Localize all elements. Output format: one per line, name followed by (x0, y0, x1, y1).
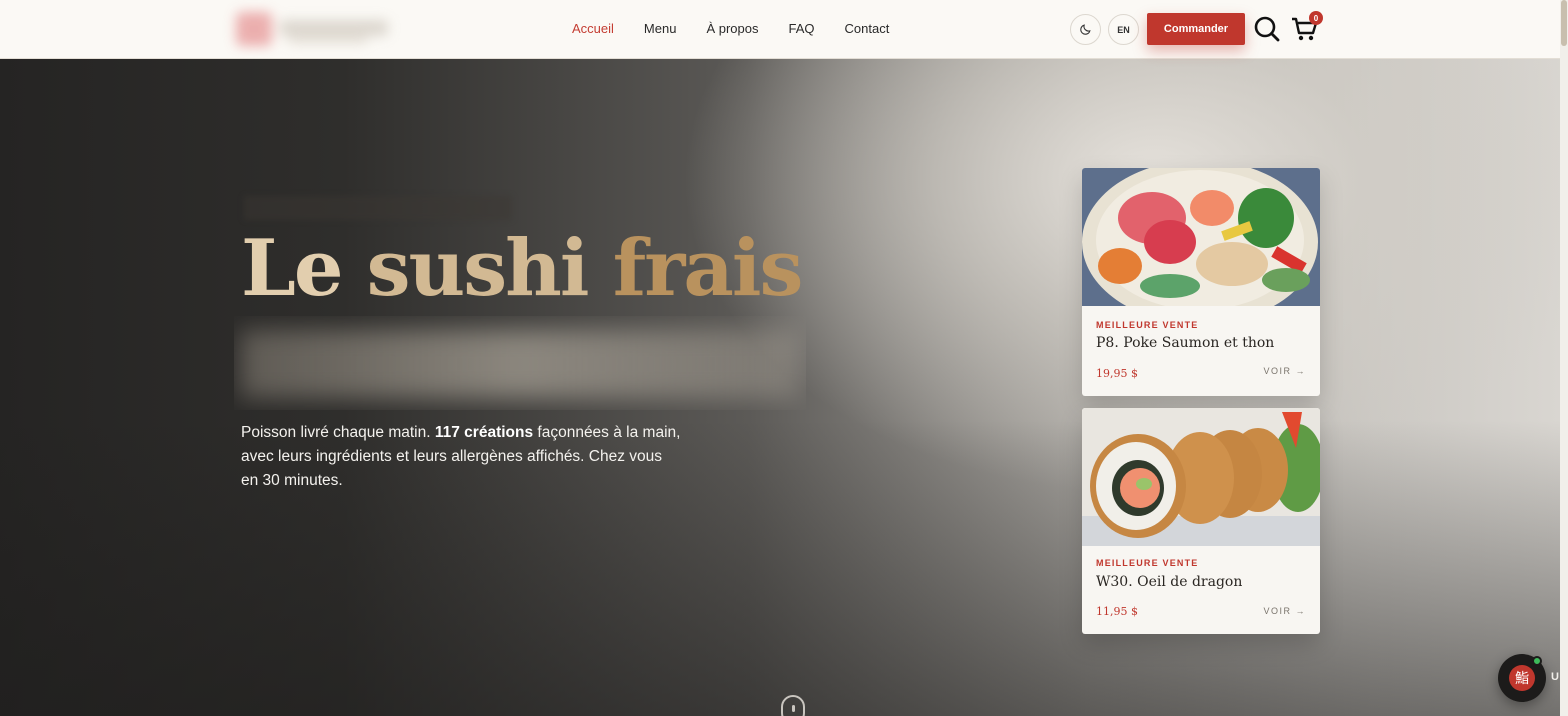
card-price: 19,95 $ (1096, 367, 1138, 380)
hero-title-word: frais (612, 223, 804, 314)
hero-description: Poisson livré chaque matin. 117 création… (241, 421, 681, 493)
scroll-down-indicator[interactable] (781, 695, 805, 716)
hero-eyebrow-redacted (244, 196, 512, 220)
brand-logo[interactable] (228, 6, 396, 52)
moon-icon (1080, 24, 1091, 35)
site-header: Accueil Menu À propos FAQ Contact EN Com… (0, 0, 1568, 59)
hero-title-word: Le (241, 223, 343, 314)
card-product-name[interactable]: W30. Oeil de dragon (1096, 574, 1242, 590)
hero-text-highlight: 117 créations (434, 424, 534, 441)
chat-widget-button[interactable]: 鮨 (1498, 654, 1546, 702)
card-price: 11,95 $ (1096, 605, 1138, 618)
card-tag: MEILLEURE VENTE (1096, 320, 1199, 330)
order-button[interactable]: Commander (1147, 13, 1245, 45)
search-button[interactable] (1253, 15, 1281, 43)
search-icon (1254, 16, 1280, 42)
main-nav: Accueil Menu À propos FAQ Contact (572, 21, 919, 36)
hero-title-line-2-redacted (234, 316, 806, 410)
card-product-name[interactable]: P8. Poke Saumon et thon (1096, 335, 1274, 351)
hero-text-part: Poisson livré chaque matin. (241, 424, 435, 441)
product-card-poke[interactable]: MEILLEURE VENTE P8. Poke Saumon et thon … (1082, 168, 1320, 396)
chat-label-peek: U (1551, 671, 1559, 683)
card-view-link[interactable]: VOIR → (1263, 606, 1306, 616)
online-status-dot (1532, 656, 1542, 666)
hero-title: Le sushi frais (241, 223, 804, 314)
cart-count-badge: 0 (1309, 11, 1323, 25)
nav-link-menu[interactable]: Menu (644, 21, 677, 36)
mouse-wheel-icon (792, 705, 795, 712)
page-scrollbar[interactable] (1560, 0, 1568, 716)
theme-toggle-button[interactable] (1070, 14, 1101, 45)
dragon-roll-image (1082, 408, 1320, 546)
scrollbar-thumb[interactable] (1561, 0, 1567, 46)
product-card-dragon[interactable]: MEILLEURE VENTE W30. Oeil de dragon 11,9… (1082, 408, 1320, 634)
nav-link-faq[interactable]: FAQ (789, 21, 815, 36)
poke-bowl-image (1082, 168, 1320, 306)
card-view-link[interactable]: VOIR → (1263, 366, 1306, 376)
nav-link-accueil[interactable]: Accueil (572, 21, 614, 36)
language-button[interactable]: EN (1108, 14, 1139, 45)
card-tag: MEILLEURE VENTE (1096, 558, 1199, 568)
hero-title-word: sushi (366, 223, 590, 314)
sushi-glyph-icon: 鮨 (1509, 665, 1535, 691)
nav-link-a-propos[interactable]: À propos (706, 21, 758, 36)
nav-link-contact[interactable]: Contact (845, 21, 890, 36)
